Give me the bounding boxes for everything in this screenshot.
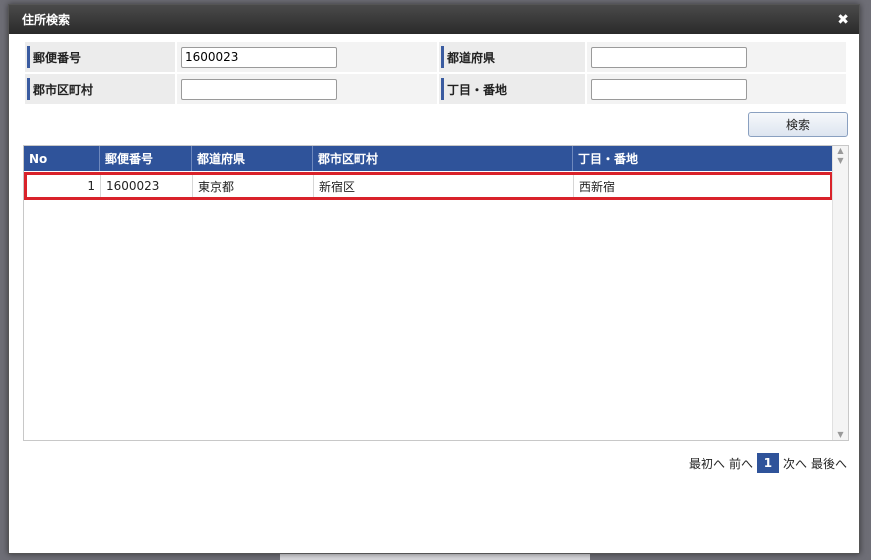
- pref-cell: [586, 41, 847, 73]
- column-header-city[interactable]: 郡市区町村: [313, 146, 573, 171]
- dialog-titlebar: 住所検索 ✖: [9, 5, 859, 34]
- cell-city: 新宿区: [314, 173, 574, 199]
- pager-first-link[interactable]: 最初へ: [689, 455, 725, 472]
- address-search-dialog: 住所検索 ✖ 郵便番号 都道府県 郡市区町村 丁目・番地 検索: [8, 4, 860, 554]
- cell-no: 1: [25, 173, 101, 199]
- grid-header: No 郵便番号 都道府県 郡市区町村 丁目・番地: [24, 146, 848, 171]
- search-button[interactable]: 検索: [748, 112, 848, 137]
- pref-input[interactable]: [591, 46, 747, 68]
- zip-cell: [176, 41, 438, 73]
- column-header-zip[interactable]: 郵便番号: [100, 146, 192, 171]
- zip-input[interactable]: [181, 46, 337, 68]
- pager-last-link[interactable]: 最後へ: [811, 455, 847, 472]
- zip-label: 郵便番号: [24, 41, 176, 73]
- column-header-pref[interactable]: 都道府県: [192, 146, 313, 171]
- table-row[interactable]: 1 1600023 東京都 新宿区 西新宿: [24, 172, 833, 200]
- search-form: 郵便番号 都道府県 郡市区町村 丁目・番地: [24, 41, 847, 105]
- addr-label: 丁目・番地: [438, 73, 586, 105]
- pager-next-link[interactable]: 次へ: [783, 455, 807, 472]
- cell-zip: 1600023: [101, 173, 193, 199]
- pager-prev-link[interactable]: 前へ: [729, 455, 753, 472]
- cell-addr: 西新宿: [579, 179, 616, 194]
- form-row-1: 郵便番号 都道府県: [24, 41, 847, 73]
- cell-pref: 東京都: [193, 173, 314, 199]
- city-label: 郡市区町村: [24, 73, 176, 105]
- scroll-up-icon[interactable]: ▲: [837, 146, 843, 156]
- scroll-down-icon[interactable]: ▼: [837, 430, 843, 440]
- pref-label: 都道府県: [438, 41, 586, 73]
- form-row-2: 郡市区町村 丁目・番地: [24, 73, 847, 105]
- addr-input[interactable]: [591, 78, 747, 100]
- column-header-addr[interactable]: 丁目・番地: [573, 146, 831, 171]
- city-input[interactable]: [181, 78, 337, 100]
- grid-scrollbar[interactable]: ▲ ▼ ▼: [832, 146, 848, 440]
- dialog-title: 住所検索: [22, 13, 71, 27]
- results-grid: No 郵便番号 都道府県 郡市区町村 丁目・番地 1 1600023 東京都 新…: [23, 145, 849, 441]
- addr-cell: [586, 73, 847, 105]
- pager-current-page[interactable]: 1: [756, 453, 779, 473]
- pagination: 最初へ 前へ 1 次へ 最後へ: [689, 453, 847, 473]
- scroll-down-icon-top[interactable]: ▼: [837, 156, 843, 166]
- column-header-no[interactable]: No: [24, 146, 100, 171]
- city-cell: [176, 73, 438, 105]
- close-icon[interactable]: ✖: [837, 12, 849, 28]
